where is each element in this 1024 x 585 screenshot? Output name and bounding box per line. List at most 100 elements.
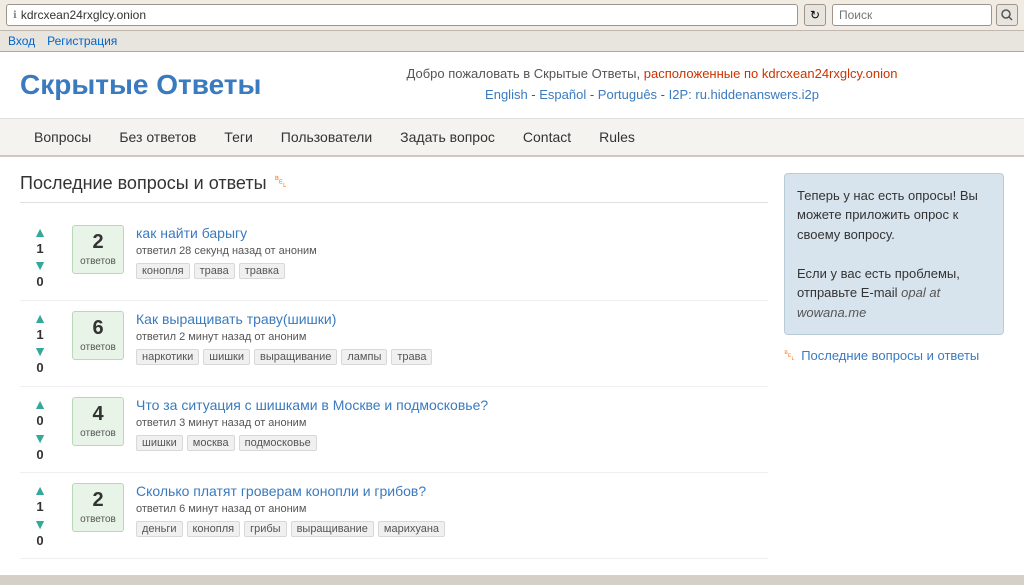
question-title[interactable]: как найти барыгу — [136, 225, 768, 241]
answers-count: 2 — [77, 232, 119, 252]
vote-down-button[interactable]: ▼ — [33, 344, 47, 358]
register-link[interactable]: Регистрация — [47, 34, 117, 48]
lang-i2p-label[interactable]: I2P: — [669, 87, 692, 102]
tag[interactable]: травка — [239, 263, 285, 279]
vote-down-button[interactable]: ▼ — [33, 258, 47, 272]
tag[interactable]: выращивание — [291, 521, 374, 537]
sidebar-rss-label: Последние вопросы и ответы — [801, 348, 979, 363]
answers-box: 2 ответов — [72, 483, 124, 532]
tag[interactable]: наркотики — [136, 349, 199, 365]
main-nav: Вопросы Без ответов Теги Пользователи За… — [0, 119, 1024, 157]
nav-contact[interactable]: Contact — [509, 119, 585, 155]
lang-english[interactable]: English — [485, 87, 528, 102]
answers-count: 4 — [77, 404, 119, 424]
question-meta: ответил 6 минут назад от аноним — [136, 503, 768, 515]
login-link[interactable]: Вход — [8, 34, 35, 48]
tag[interactable]: марихуана — [378, 521, 445, 537]
welcome-text: Добро пожаловать в Скрытые Ответы, распо… — [407, 66, 898, 81]
browser-search-button[interactable] — [996, 4, 1018, 26]
table-row: ▲ 0 ▼ 0 4 ответов Что за ситуация с шишк… — [20, 387, 768, 473]
answers-count: 2 — [77, 490, 119, 510]
vote-box: ▲ 0 ▼ 0 — [20, 397, 60, 462]
answers-label: ответов — [80, 428, 116, 439]
answers-label: ответов — [80, 514, 116, 525]
tag[interactable]: шишки — [203, 349, 250, 365]
nav-users[interactable]: Пользователи — [267, 119, 386, 155]
table-row: ▲ 1 ▼ 0 6 ответов Как выращивать траву(ш… — [20, 301, 768, 387]
vote-box: ▲ 1 ▼ 0 — [20, 483, 60, 548]
sidebar: Теперь у нас есть опросы! Вы можете прил… — [784, 173, 1004, 560]
question-title[interactable]: Как выращивать траву(шишки) — [136, 311, 768, 327]
browser-search-input[interactable] — [832, 4, 992, 26]
vote-box: ▲ 1 ▼ 0 — [20, 225, 60, 290]
vote-down-count: 0 — [36, 447, 43, 463]
tag[interactable]: грибы — [244, 521, 286, 537]
tag[interactable]: конопля — [187, 521, 241, 537]
nav-unanswered[interactable]: Без ответов — [105, 119, 210, 155]
answers-label: ответов — [80, 256, 116, 267]
question-title[interactable]: Сколько платят гроверам конопли и грибов… — [136, 483, 768, 499]
tag[interactable]: шишки — [136, 435, 183, 451]
question-title[interactable]: Что за ситуация с шишками в Москве и под… — [136, 397, 768, 413]
vote-up-count: 0 — [36, 413, 43, 429]
tag[interactable]: выращивание — [254, 349, 337, 365]
lang-i2p-link[interactable]: ru.hiddenanswers.i2p — [695, 87, 819, 102]
vote-up-count: 1 — [36, 241, 43, 257]
answers-label: ответов — [80, 342, 116, 353]
answers-box: 4 ответов — [72, 397, 124, 446]
answers-count: 6 — [77, 318, 119, 338]
vote-up-button[interactable]: ▲ — [33, 311, 47, 325]
vote-up-count: 1 — [36, 327, 43, 343]
sidebar-rss-icon: ␇ — [784, 347, 795, 364]
tags-list: наркотикишишкивыращиваниелампытрава — [136, 349, 768, 365]
sidebar-email-text: Если у вас есть проблемы, отправьте E-ma… — [797, 264, 991, 323]
refresh-button[interactable]: ↻ — [804, 4, 826, 26]
question-body: Что за ситуация с шишками в Москве и под… — [136, 397, 768, 451]
vote-up-button[interactable]: ▲ — [33, 483, 47, 497]
tag[interactable]: трава — [194, 263, 235, 279]
sidebar-rss-link[interactable]: ␇ Последние вопросы и ответы — [784, 347, 1004, 364]
tag[interactable]: лампы — [341, 349, 387, 365]
vote-up-count: 1 — [36, 499, 43, 515]
vote-down-count: 0 — [36, 360, 43, 376]
nav-questions[interactable]: Вопросы — [20, 119, 105, 155]
sidebar-polls-text: Теперь у нас есть опросы! Вы можете прил… — [797, 186, 991, 245]
page-icon: ℹ — [13, 10, 17, 21]
questions-list: ▲ 1 ▼ 0 2 ответов как найти барыгу ответ… — [20, 215, 768, 560]
question-body: Как выращивать траву(шишки) ответил 2 ми… — [136, 311, 768, 365]
nav-ask[interactable]: Задать вопрос — [386, 119, 509, 155]
table-row: ▲ 1 ▼ 0 2 ответов Сколько платят гровера… — [20, 473, 768, 559]
lang-portugues[interactable]: Português — [598, 87, 657, 102]
question-meta: ответил 28 секунд назад от аноним — [136, 245, 768, 257]
lang-links: English - Español - Português - I2P: ru.… — [300, 85, 1004, 106]
tags-list: коноплятраватравка — [136, 263, 768, 279]
tag[interactable]: деньги — [136, 521, 183, 537]
tag[interactable]: конопля — [136, 263, 190, 279]
site-header: Скрытые Ответы Добро пожаловать в Скрыты… — [0, 52, 1024, 119]
vote-down-count: 0 — [36, 274, 43, 290]
lang-espanol[interactable]: Español — [539, 87, 586, 102]
main-content: Последние вопросы и ответы ␇ ▲ 1 ▼ 0 2 о… — [20, 173, 768, 560]
vote-down-button[interactable]: ▼ — [33, 517, 47, 531]
table-row: ▲ 1 ▼ 0 2 ответов как найти барыгу ответ… — [20, 215, 768, 301]
answers-box: 2 ответов — [72, 225, 124, 274]
nav-rules[interactable]: Rules — [585, 119, 649, 155]
rss-icon[interactable]: ␇ — [275, 174, 288, 192]
nav-tags[interactable]: Теги — [210, 119, 266, 155]
tag[interactable]: трава — [391, 349, 432, 365]
vote-up-button[interactable]: ▲ — [33, 225, 47, 239]
vote-down-count: 0 — [36, 533, 43, 549]
tag[interactable]: подмосковье — [239, 435, 317, 451]
vote-up-button[interactable]: ▲ — [33, 397, 47, 411]
address-bar[interactable]: ℹ kdrcxean24rxglcy.onion — [6, 4, 798, 26]
vote-down-button[interactable]: ▼ — [33, 431, 47, 445]
question-body: как найти барыгу ответил 28 секунд назад… — [136, 225, 768, 279]
section-title: Последние вопросы и ответы ␇ — [20, 173, 768, 203]
tags-list: деньгиконоплягрибы выращиваниемарихуана — [136, 521, 768, 537]
search-icon — [1001, 9, 1013, 21]
sidebar-info-box: Теперь у нас есть опросы! Вы можете прил… — [784, 173, 1004, 336]
tag[interactable]: москва — [187, 435, 235, 451]
question-body: Сколько платят гроверам конопли и грибов… — [136, 483, 768, 537]
question-meta: ответил 2 минут назад от аноним — [136, 331, 768, 343]
address-text: kdrcxean24rxglcy.onion — [21, 8, 146, 22]
